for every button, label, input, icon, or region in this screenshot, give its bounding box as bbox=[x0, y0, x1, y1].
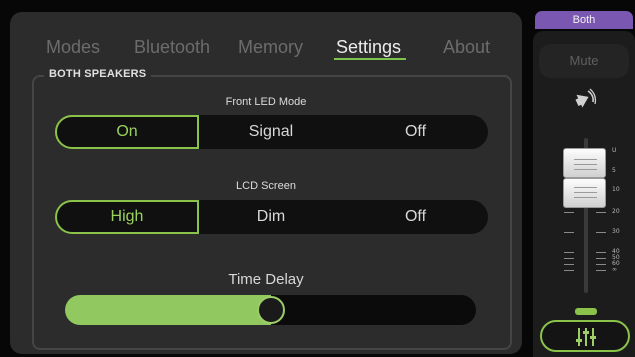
fader-scale-label: ∞ bbox=[612, 266, 617, 273]
fader-tick bbox=[564, 212, 574, 213]
mute-button[interactable]: Mute bbox=[539, 44, 629, 78]
fader-grip-line bbox=[574, 197, 597, 198]
fader-grip-line bbox=[574, 159, 597, 160]
front-led-option-on[interactable]: On bbox=[55, 115, 199, 149]
tab-settings[interactable]: Settings bbox=[336, 36, 401, 58]
active-tab-indicator bbox=[334, 58, 406, 60]
fader-tick bbox=[564, 252, 574, 253]
fader-tick bbox=[596, 252, 606, 253]
fader-tick bbox=[564, 264, 574, 265]
mixer-sliders-icon bbox=[576, 328, 596, 346]
fader-grip-line bbox=[574, 169, 597, 170]
front-led-segmented-control: On Signal Off bbox=[55, 115, 488, 149]
lcd-option-off[interactable]: Off bbox=[343, 200, 488, 234]
fader-tick bbox=[564, 258, 574, 259]
settings-panel: Modes Bluetooth Memory Settings About BO… bbox=[10, 12, 522, 354]
time-delay-knob[interactable] bbox=[257, 296, 285, 324]
fader-tick bbox=[564, 270, 574, 271]
fader-scale-label: 5 bbox=[612, 167, 616, 174]
fader-scale-label: 10 bbox=[612, 186, 620, 193]
mixer-button[interactable] bbox=[540, 320, 630, 352]
fader-scale-label: 20 bbox=[612, 208, 620, 215]
front-led-option-signal[interactable]: Signal bbox=[199, 115, 343, 149]
fader-tick bbox=[596, 258, 606, 259]
time-delay-label: Time Delay bbox=[228, 271, 304, 288]
signal-level-indicator bbox=[575, 308, 597, 315]
front-led-label: Front LED Mode bbox=[225, 96, 307, 108]
tab-modes[interactable]: Modes bbox=[46, 36, 100, 58]
lcd-option-dim[interactable]: Dim bbox=[199, 200, 343, 234]
fader-grip-line bbox=[574, 192, 597, 193]
lcd-option-high[interactable]: High bbox=[55, 200, 199, 234]
tab-about[interactable]: About bbox=[443, 36, 490, 58]
volume-fader[interactable]: U 5 10 20 30 40 50 60 ∞ bbox=[560, 130, 630, 300]
front-led-option-off[interactable]: Off bbox=[343, 115, 488, 149]
time-delay-fill bbox=[65, 295, 271, 325]
lcd-screen-segmented-control: High Dim Off bbox=[55, 200, 488, 234]
fader-cap-lower[interactable] bbox=[563, 178, 606, 208]
speaker-volume-icon[interactable] bbox=[573, 88, 597, 110]
fader-grip-line bbox=[574, 164, 597, 165]
fader-cap-upper[interactable] bbox=[563, 148, 606, 178]
time-delay-slider[interactable] bbox=[65, 295, 476, 325]
tab-bluetooth[interactable]: Bluetooth bbox=[134, 36, 210, 58]
both-channel-tab[interactable]: Both bbox=[535, 11, 633, 29]
fader-scale-label: U bbox=[612, 147, 617, 154]
tab-bar: Modes Bluetooth Memory Settings About bbox=[10, 36, 522, 66]
fader-scale-label: 30 bbox=[612, 228, 620, 235]
fader-tick bbox=[596, 212, 606, 213]
fader-grip-line bbox=[574, 187, 597, 188]
group-title: BOTH SPEAKERS bbox=[44, 68, 152, 80]
fader-tick bbox=[596, 270, 606, 271]
fader-tick bbox=[564, 232, 574, 233]
tab-memory[interactable]: Memory bbox=[238, 36, 303, 58]
lcd-screen-label: LCD Screen bbox=[236, 180, 296, 192]
fader-tick bbox=[596, 232, 606, 233]
fader-tick bbox=[596, 264, 606, 265]
